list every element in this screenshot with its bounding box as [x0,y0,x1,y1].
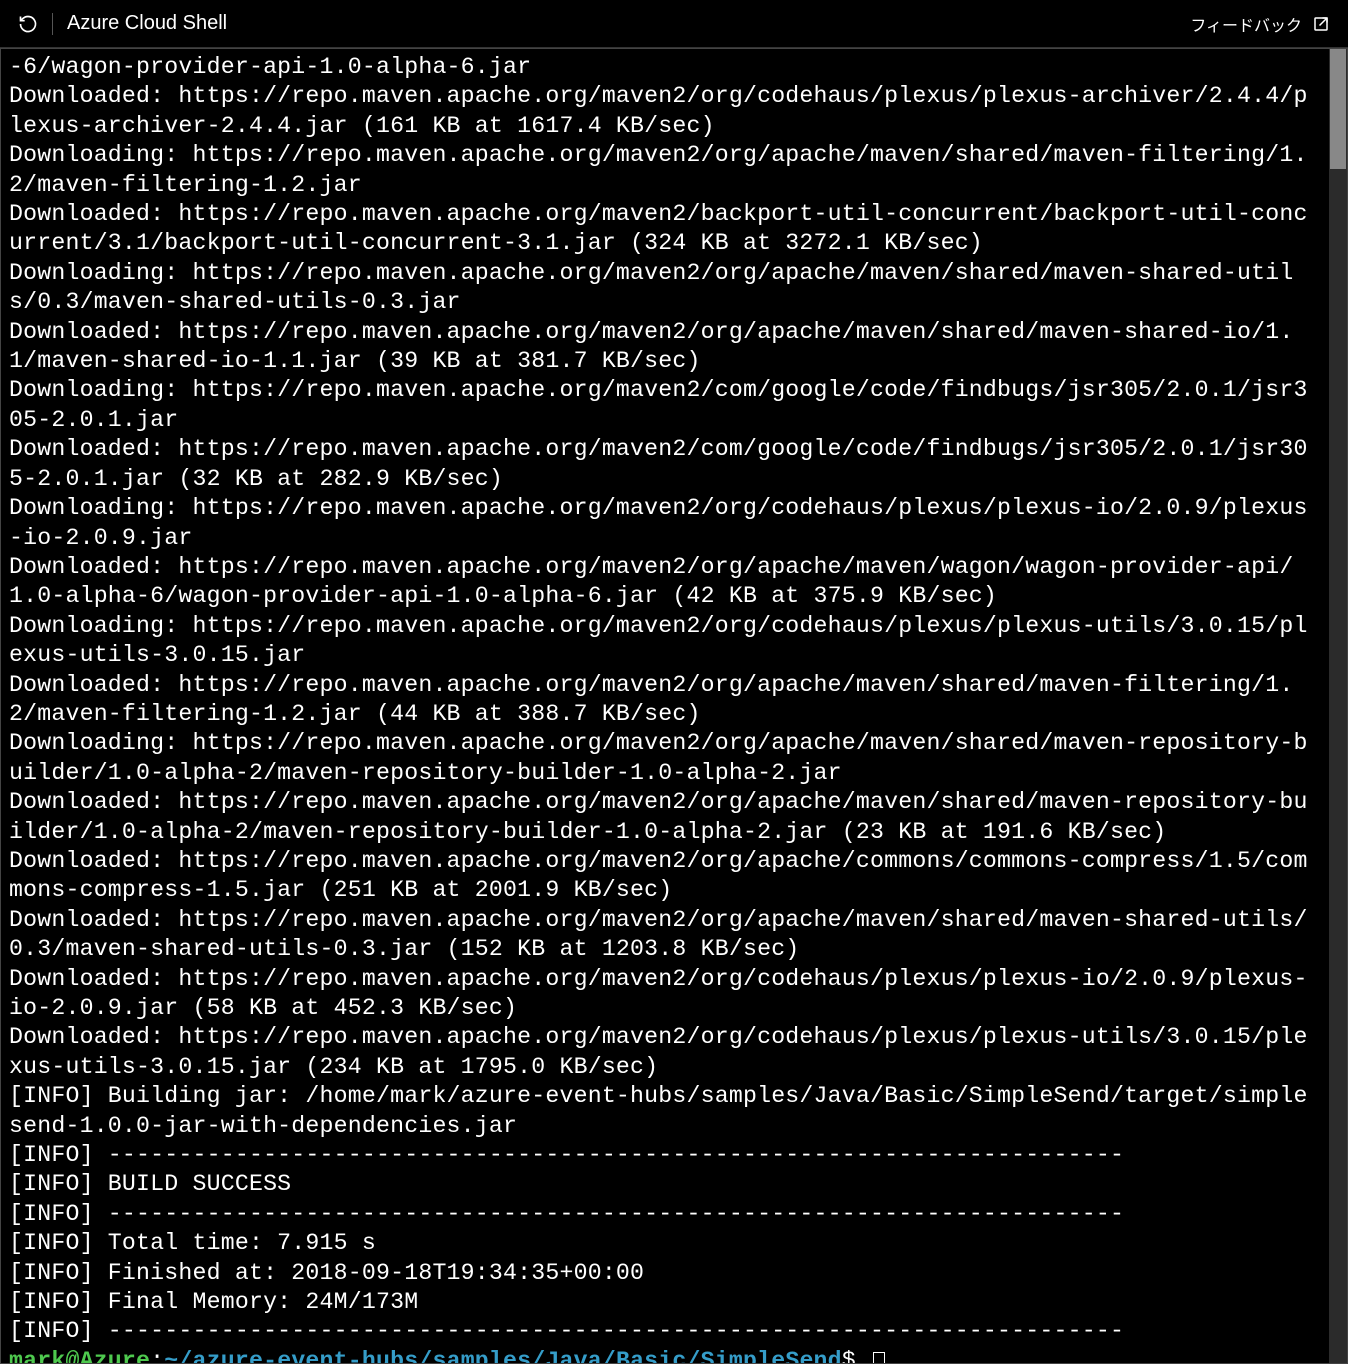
feedback-link[interactable]: フィードバック [1190,12,1302,36]
titlebar: Azure Cloud Shell フィードバック [0,0,1348,48]
scrollbar-thumb[interactable] [1330,49,1346,169]
terminal-cursor [873,1352,885,1363]
scrollbar-track[interactable] [1329,49,1347,1363]
terminal-prompt: mark@Azure:~/azure-event-hubs/samples/Ja… [9,1348,885,1363]
restart-icon[interactable] [18,14,38,34]
terminal-container: -6/wagon-provider-api-1.0-alpha-6.jar Do… [0,48,1348,1364]
prompt-path: ~/azure-event-hubs/samples/Java/Basic/Si… [164,1348,842,1363]
app-title: Azure Cloud Shell [67,12,227,35]
titlebar-left: Azure Cloud Shell [18,12,1190,35]
prompt-user: mark@Azure [9,1348,150,1363]
prompt-symbol: $ [842,1348,870,1363]
titlebar-divider [52,13,53,35]
terminal-output[interactable]: -6/wagon-provider-api-1.0-alpha-6.jar Do… [1,49,1329,1363]
titlebar-right: フィードバック [1190,12,1330,36]
prompt-separator: : [150,1348,164,1363]
popout-icon[interactable] [1312,15,1330,33]
